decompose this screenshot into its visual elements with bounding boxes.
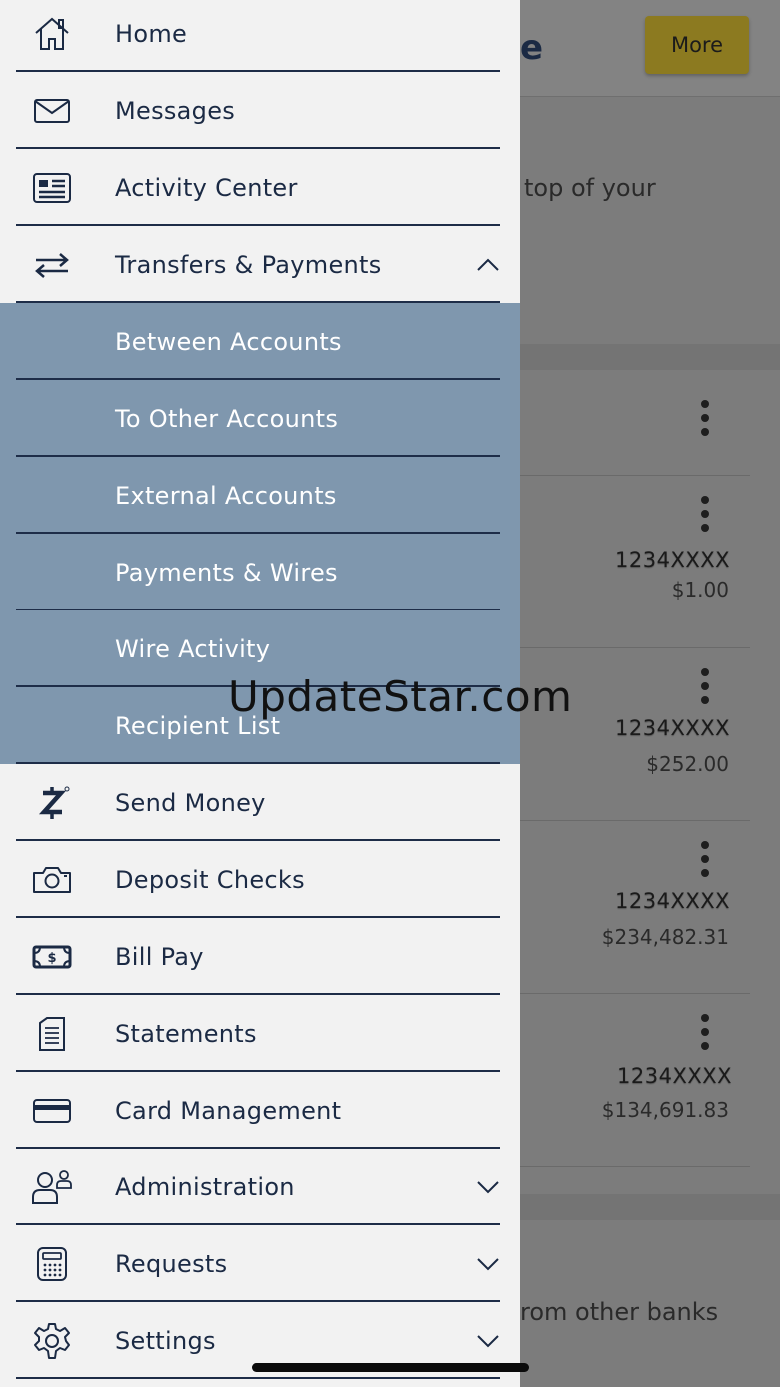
account-card[interactable]: 1234XXXX $134,691.83 (520, 994, 750, 1167)
menu-label: Messages (115, 96, 236, 125)
transfer-arrows-icon (30, 245, 74, 285)
background-divider-band (520, 1194, 780, 1220)
menu-label: Recipient List (115, 711, 281, 740)
chevron-down-icon[interactable] (474, 1177, 502, 1197)
menu-item-send-money[interactable]: Send Money (0, 764, 520, 841)
accounts-header-card (520, 370, 750, 476)
chevron-down-icon[interactable] (474, 1331, 502, 1351)
menu-label: Requests (115, 1249, 228, 1278)
menu-item-administration[interactable]: Administration (0, 1148, 520, 1225)
account-card[interactable]: 1234XXXX $234,482.31 (520, 821, 750, 994)
account-balance: $252.00 (646, 752, 729, 776)
menu-label: Settings (115, 1326, 216, 1355)
home-indicator[interactable] (252, 1363, 529, 1372)
account-number: 1234XXXX (615, 548, 730, 572)
dollar-bill-icon: $ (30, 937, 74, 977)
background-intro-text: top of your (524, 174, 656, 202)
more-options-icon[interactable] (701, 1014, 709, 1056)
account-number: 1234XXXX (615, 716, 730, 740)
chevron-down-icon[interactable] (474, 1254, 502, 1274)
background-footer-text: rom other banks (520, 1298, 719, 1326)
more-options-icon[interactable] (701, 496, 709, 538)
account-number: 1234XXXX (617, 1064, 732, 1088)
menu-label: Payments & Wires (115, 558, 338, 587)
menu-label: Activity Center (115, 173, 298, 202)
submenu-item-payments-wires[interactable]: Payments & Wires (0, 534, 520, 611)
account-card[interactable]: 1234XXXX $252.00 (520, 648, 750, 821)
submenu-item-external-accounts[interactable]: External Accounts (0, 457, 520, 534)
camera-icon (30, 860, 74, 900)
menu-label: To Other Accounts (115, 404, 339, 433)
menu-item-card-management[interactable]: Card Management (0, 1072, 520, 1149)
divider (16, 1377, 500, 1379)
menu-item-bill-pay[interactable]: $ Bill Pay (0, 918, 520, 995)
background-title: e (520, 28, 544, 68)
menu-label: Administration (115, 1172, 295, 1201)
calculator-icon (30, 1244, 74, 1284)
menu-item-deposit-checks[interactable]: Deposit Checks (0, 841, 520, 918)
account-card[interactable]: 1234XXXX $1.00 (520, 476, 750, 648)
menu-label: Send Money (115, 788, 266, 817)
gear-icon (30, 1321, 74, 1361)
menu-label: Wire Activity (115, 634, 271, 663)
more-button[interactable]: More (645, 16, 749, 74)
document-icon (30, 1014, 74, 1054)
menu-label: Transfers & Payments (115, 250, 382, 279)
submenu-item-between-accounts[interactable]: Between Accounts (0, 303, 520, 380)
account-balance: $234,482.31 (601, 925, 729, 949)
envelope-icon (30, 91, 74, 131)
chevron-up-icon[interactable] (474, 255, 502, 275)
menu-item-activity-center[interactable]: Activity Center (0, 149, 520, 226)
submenu-item-recipient-list[interactable]: Recipient List (0, 687, 520, 764)
menu-label: External Accounts (115, 481, 337, 510)
more-options-icon[interactable] (701, 841, 709, 883)
account-number: 1234XXXX (615, 889, 730, 913)
home-icon (30, 14, 74, 54)
submenu-item-wire-activity[interactable]: Wire Activity (0, 610, 520, 687)
credit-card-icon (30, 1091, 74, 1131)
zelle-icon (30, 783, 74, 823)
navigation-drawer: Home Messages Activity Center Transfers … (0, 0, 520, 1387)
menu-item-messages[interactable]: Messages (0, 72, 520, 149)
menu-label: Between Accounts (115, 327, 342, 356)
account-balance: $134,691.83 (601, 1098, 729, 1122)
menu-label: Statements (115, 1019, 257, 1048)
newspaper-icon (30, 168, 74, 208)
menu-item-statements[interactable]: Statements (0, 995, 520, 1072)
menu-item-home[interactable]: Home (0, 0, 520, 72)
menu-item-transfers-payments[interactable]: Transfers & Payments (0, 226, 520, 303)
menu-label: Home (115, 19, 188, 48)
account-balance: $1.00 (671, 578, 729, 602)
menu-label: Deposit Checks (115, 865, 305, 894)
menu-label: Bill Pay (115, 942, 204, 971)
menu-label: Card Management (115, 1096, 342, 1125)
menu-item-requests[interactable]: Requests (0, 1225, 520, 1302)
users-icon (30, 1167, 74, 1207)
more-options-icon[interactable] (701, 668, 709, 710)
submenu-item-to-other-accounts[interactable]: To Other Accounts (0, 380, 520, 457)
background-divider-band (520, 344, 780, 370)
more-options-icon[interactable] (701, 400, 709, 442)
svg-text:$: $ (47, 951, 56, 966)
